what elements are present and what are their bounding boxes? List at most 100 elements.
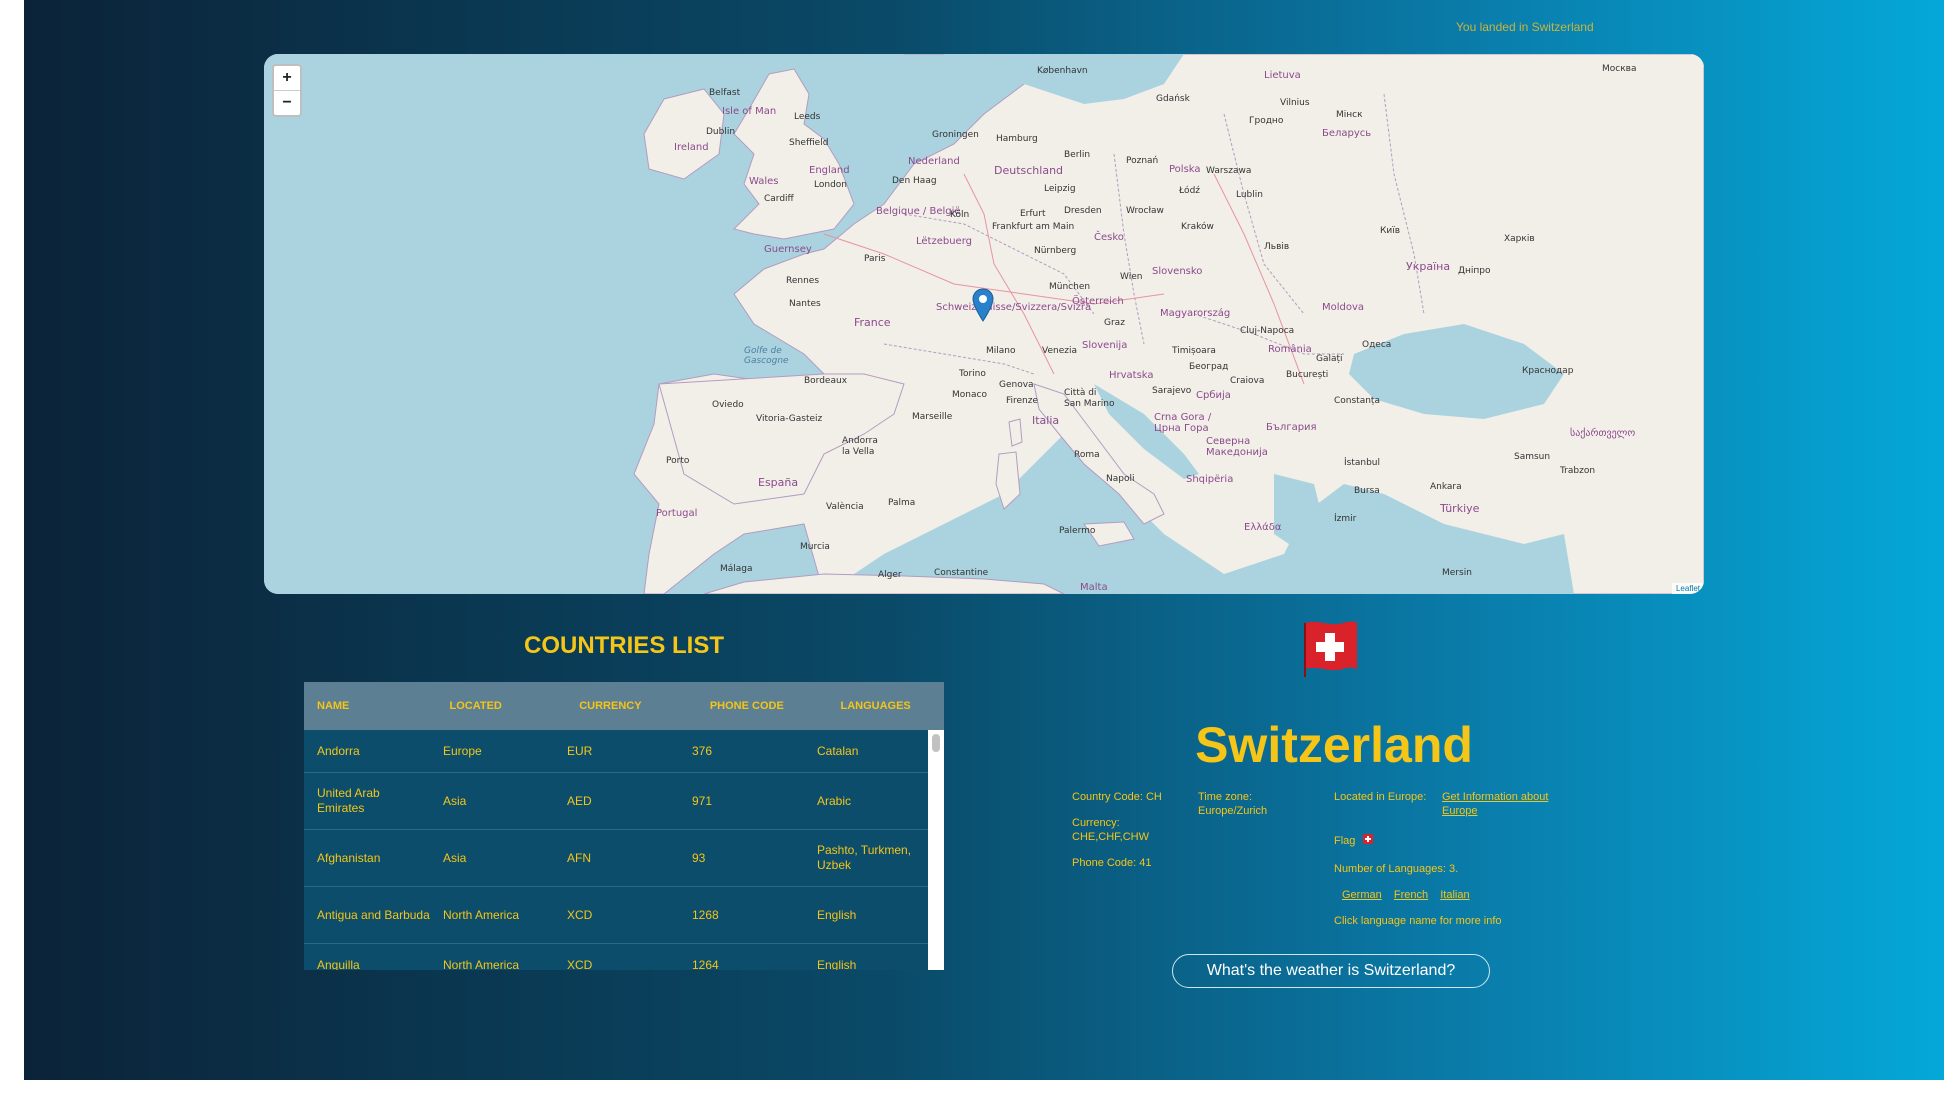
map-label-belfast: Belfast	[709, 88, 741, 98]
map-label-palermo: Palermo	[1059, 526, 1096, 536]
cell-phone: 971	[692, 793, 713, 808]
language-link-french[interactable]: French	[1394, 889, 1428, 901]
zoom-out-button[interactable]: −	[274, 90, 300, 115]
map-label-craiova: Craiova	[1230, 376, 1265, 386]
map-label-torino: Torino	[959, 369, 986, 379]
map-label-erfurt: Erfurt	[1020, 209, 1046, 219]
cell-languages: English	[817, 907, 857, 922]
map-label-golfe: Golfe de Gascogne	[744, 346, 789, 366]
map-label-deutschland: Deutschland	[994, 164, 1064, 177]
zoom-control: + −	[272, 64, 302, 117]
map-label-moldova: Moldova	[1322, 302, 1365, 313]
map-label-palma: Palma	[888, 498, 916, 508]
map-label-ankara: Ankara	[1430, 482, 1462, 492]
map-label-kharkiv: Харків	[1504, 234, 1535, 244]
scrollbar-thumb[interactable]	[932, 734, 940, 752]
map-label-srbija: Србија	[1196, 390, 1231, 401]
table-row[interactable]: Antigua and Barbuda North America XCD 12…	[304, 887, 928, 944]
map-label-lublin: Lublin	[1236, 190, 1263, 200]
map-label-timisoara: Timișoara	[1172, 346, 1216, 356]
table-row[interactable]: Anguilla North America XCD 1264 English	[304, 944, 928, 971]
map-label-valencia: València	[826, 502, 864, 512]
cell-located: Asia	[443, 793, 467, 808]
table-row[interactable]: Andorra Europe EUR 376 Catalan	[304, 730, 928, 773]
map-label-ellada: Ελλάδα	[1244, 522, 1282, 533]
cell-phone: 1264	[692, 957, 719, 971]
map-label-nurnberg: Nürnberg	[1034, 246, 1077, 256]
map-label-groningen: Groningen	[932, 130, 979, 140]
map-label-wroclaw: Wrocław	[1126, 206, 1164, 216]
countries-table: NAME LOCATED CURRENCY PHONE CODE LANGUAG…	[304, 682, 944, 970]
table-row[interactable]: Afghanistan Asia AFN 93 Pashto, Turkmen,…	[304, 830, 928, 887]
currency-value: CHE,CHF,CHW	[1072, 831, 1149, 843]
map-label-sarajevo: Sarajevo	[1152, 386, 1192, 396]
landed-message: You landed in Switzerland	[1456, 20, 1594, 34]
language-link-italian[interactable]: Italian	[1440, 889, 1469, 901]
map-label-isle-of-man: Isle of Man	[722, 106, 777, 117]
map-label-france: France	[854, 316, 891, 329]
table-row[interactable]: United Arab Emirates Asia AED 971 Arabic	[304, 773, 928, 830]
map-label-italia: Italia	[1032, 414, 1060, 427]
country-code: Country Code: CH	[1072, 791, 1162, 803]
map-label-constantine: Constantine	[934, 568, 989, 578]
cell-currency: AFN	[567, 850, 591, 865]
map-label-malaga: Málaga	[720, 564, 753, 574]
map-label-odesa: Одеса	[1362, 340, 1392, 350]
map-label-firenze: Firenze	[1006, 396, 1039, 406]
map-label-trabzon: Trabzon	[1560, 466, 1596, 476]
map-label-makedonija: Северна Македонија	[1206, 436, 1268, 458]
column-header-name[interactable]: NAME	[304, 700, 437, 712]
map-label-poznan: Poznań	[1126, 156, 1159, 166]
time-zone-label: Time zone:	[1198, 791, 1253, 803]
map-label-grodno: Гродно	[1249, 116, 1284, 126]
cell-phone: 1268	[692, 907, 719, 922]
map-label-istanbul: İstanbul	[1344, 458, 1381, 468]
cell-languages: Catalan	[817, 743, 859, 758]
map-label-espana: España	[758, 476, 799, 489]
cell-currency: XCD	[567, 957, 593, 971]
map-label-sheffield: Sheffield	[789, 138, 829, 148]
map-label-roma: Roma	[1074, 450, 1100, 460]
map-label-vilnius: Vilnius	[1280, 98, 1310, 108]
zoom-in-button[interactable]: +	[274, 66, 300, 90]
table-scrollbar[interactable]	[928, 730, 944, 970]
map-label-leeds: Leeds	[794, 112, 821, 122]
map[interactable]: Belfast Isle of Man Ireland Dublin Leeds…	[264, 54, 1704, 594]
countries-list-title: COUNTRIES LIST	[523, 632, 724, 659]
map-label-dublin: Dublin	[706, 127, 736, 137]
column-header-phone-code[interactable]: PHONE CODE	[697, 700, 828, 712]
map-attribution-link[interactable]: Leaflet	[1671, 583, 1704, 594]
map-label-warszawa: Warszawa	[1206, 166, 1252, 176]
cell-located: Europe	[443, 743, 482, 758]
map-label-hamburg: Hamburg	[996, 134, 1038, 144]
map-label-letzebuerg: Lëtzebuerg	[916, 236, 972, 247]
located-link-wrap: Get Information about Europe	[1442, 790, 1572, 818]
map-label-lodz: Łódź	[1179, 186, 1201, 196]
map-label-andorra: Andorra la Vella	[842, 436, 878, 457]
language-link-german[interactable]: German	[1342, 889, 1382, 901]
map-label-turkiye: Türkiye	[1440, 502, 1480, 515]
cell-languages: Pashto, Turkmen, Uzbek	[817, 843, 912, 872]
cell-name: Anguilla	[317, 957, 360, 971]
column-header-located[interactable]: LOCATED	[437, 700, 567, 712]
languages-hint: Click language name for more info	[1334, 915, 1502, 927]
column-header-languages[interactable]: LANGUAGES	[827, 700, 944, 712]
map-label-romania: România	[1268, 344, 1312, 355]
column-header-currency[interactable]: CURRENCY	[566, 700, 697, 712]
map-label-london: London	[814, 180, 847, 190]
map-marker-icon[interactable]	[972, 288, 994, 322]
time-zone-value: Europe/Zurich	[1198, 805, 1268, 817]
flag-small-icon	[1363, 834, 1373, 844]
europe-info-link[interactable]: Get Information about Europe	[1442, 791, 1548, 817]
map-label-portugal: Portugal	[656, 508, 698, 519]
map-label-monaco: Monaco	[952, 390, 987, 400]
map-label-rennes: Rennes	[786, 276, 820, 286]
map-base-layer	[264, 54, 1704, 594]
map-label-krasnodar: Краснодар	[1522, 366, 1574, 376]
map-label-genova: Genova	[999, 380, 1034, 390]
map-label-oviedo: Oviedo	[712, 400, 744, 410]
phone-code: Phone Code: 41	[1072, 857, 1152, 869]
map-label-constanta: Constanța	[1334, 396, 1380, 406]
weather-button[interactable]: What's the weather is Switzerland?	[1172, 954, 1490, 988]
cell-name: United Arab Emirates	[317, 786, 380, 815]
